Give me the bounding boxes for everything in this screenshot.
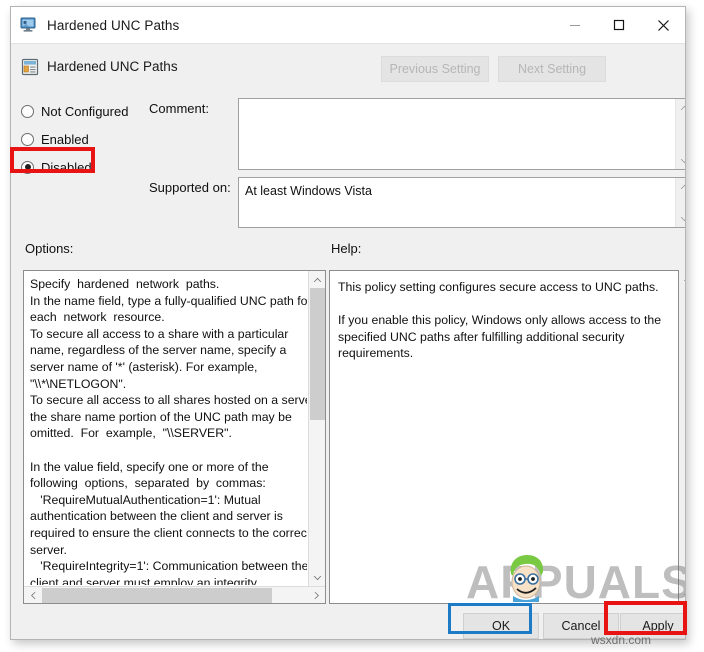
help-text: This policy setting configures secure ac…	[338, 280, 662, 361]
comment-label: Comment:	[149, 101, 209, 116]
close-button[interactable]	[641, 7, 685, 43]
scroll-down-icon[interactable]	[676, 210, 685, 227]
scroll-down-icon[interactable]	[676, 152, 685, 169]
monitor-icon	[20, 17, 38, 33]
window-title: Hardened UNC Paths	[47, 17, 180, 33]
maximize-button[interactable]	[597, 7, 641, 43]
title-bar: Hardened UNC Paths	[11, 7, 685, 43]
options-text: Specify hardened network paths. In the n…	[30, 277, 307, 585]
comment-scrollbar[interactable]	[675, 99, 685, 169]
setting-header-bar: Hardened UNC Paths Previous Setting Next…	[11, 43, 685, 94]
radio-disabled[interactable]: Disabled	[21, 157, 92, 177]
options-vertical-scrollbar[interactable]	[308, 271, 325, 586]
scroll-up-icon[interactable]	[309, 271, 326, 288]
scroll-up-icon[interactable]	[679, 270, 685, 287]
cancel-button[interactable]: Cancel	[543, 613, 619, 639]
policy-setting-icon	[21, 58, 39, 76]
help-label: Help:	[331, 241, 362, 256]
scroll-up-icon[interactable]	[676, 178, 685, 195]
group-policy-setting-dialog: Hardened UNC Paths Hardened UNC Paths Pr…	[10, 6, 686, 640]
options-vertical-scroll-thumb[interactable]	[310, 288, 325, 420]
options-panel[interactable]: Specify hardened network paths. In the n…	[23, 270, 326, 604]
next-setting-button[interactable]: Next Setting	[498, 56, 606, 82]
scroll-up-icon[interactable]	[676, 99, 685, 116]
radio-disabled-mark	[21, 160, 34, 174]
radio-not-configured-label: Not Configured	[41, 103, 129, 119]
radio-disabled-label: Disabled	[41, 159, 92, 175]
scroll-left-icon[interactable]	[24, 587, 41, 604]
comment-input[interactable]	[238, 98, 685, 170]
scroll-right-icon[interactable]	[308, 587, 325, 604]
supported-on-field: At least Windows Vista	[238, 177, 685, 228]
scroll-down-icon[interactable]	[309, 569, 326, 586]
radio-enabled-label: Enabled	[41, 131, 89, 147]
help-panel[interactable]: This policy setting configures secure ac…	[329, 270, 679, 604]
minimize-button[interactable]	[553, 7, 597, 43]
radio-enabled-mark	[21, 132, 34, 146]
radio-enabled[interactable]: Enabled	[21, 129, 89, 149]
radio-not-configured[interactable]: Not Configured	[21, 101, 128, 121]
scroll-down-icon[interactable]	[679, 587, 685, 604]
options-horizontal-scrollbar[interactable]	[24, 586, 325, 603]
supported-on-value: At least Windows Vista	[245, 184, 372, 198]
supported-on-scrollbar[interactable]	[675, 178, 685, 227]
supported-on-label: Supported on:	[149, 180, 231, 195]
options-label: Options:	[25, 241, 74, 256]
ok-button[interactable]: OK	[463, 613, 539, 639]
radio-not-configured-mark	[21, 104, 34, 118]
setting-title: Hardened UNC Paths	[47, 59, 178, 74]
help-vertical-scrollbar[interactable]	[679, 270, 685, 604]
options-horizontal-scroll-thumb[interactable]	[42, 588, 272, 603]
apply-button[interactable]: Apply	[620, 613, 685, 639]
previous-setting-button[interactable]: Previous Setting	[381, 56, 489, 82]
window-controls	[553, 7, 685, 43]
